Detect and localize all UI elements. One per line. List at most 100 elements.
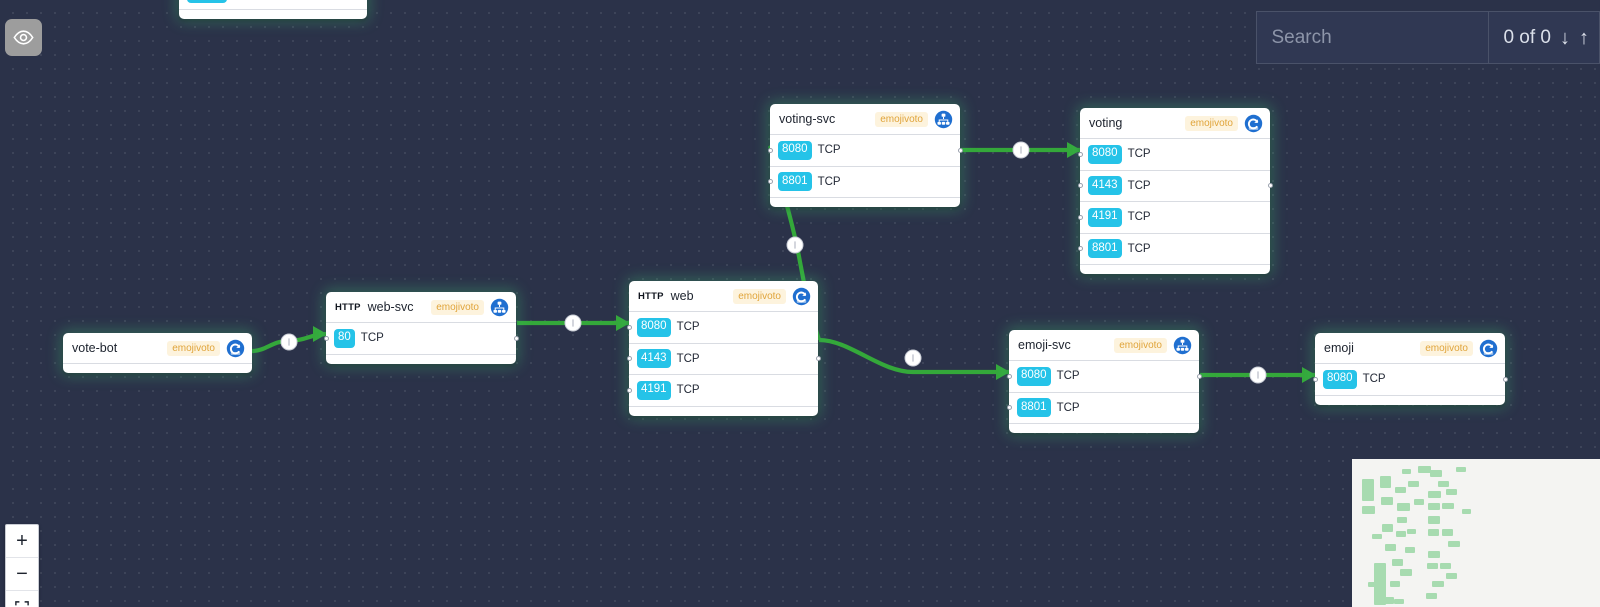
node-port-row[interactable]: 8801 TCP bbox=[1077, 234, 1270, 265]
port-number: 8080 bbox=[637, 317, 671, 337]
visibility-toggle-button[interactable] bbox=[5, 19, 42, 56]
edge-info-badge[interactable] bbox=[904, 349, 922, 367]
graph-node-emoji-svc[interactable]: emoji-svc emojivoto 8080 TCP 8801 TCP bbox=[1006, 330, 1202, 433]
graph-node-vote-bot[interactable]: vote-bot emojivoto bbox=[63, 333, 252, 373]
node-title: emoji bbox=[1324, 341, 1354, 355]
port-protocol: TCP bbox=[1127, 148, 1151, 161]
node-port-row[interactable]: 8080 TCP bbox=[1006, 361, 1202, 393]
node-title: web-svc bbox=[367, 300, 414, 314]
node-port-row[interactable]: 8080 TCP bbox=[1312, 364, 1508, 396]
port-in-handle[interactable] bbox=[626, 387, 632, 393]
edge-info-badge[interactable] bbox=[1249, 366, 1267, 384]
port-in-handle[interactable] bbox=[323, 335, 329, 341]
edge-info-badge[interactable] bbox=[1012, 141, 1030, 159]
graph-node-web-svc[interactable]: HTTP web-svc emojivoto 80 TCP bbox=[323, 292, 519, 364]
port-protocol: TCP bbox=[1056, 401, 1080, 414]
graph-node-emoji[interactable]: emoji emojivoto 8080 TCP bbox=[1312, 333, 1508, 405]
node-port-row[interactable]: 61678TCP bbox=[179, 0, 367, 10]
node-port-row[interactable]: 80 TCP bbox=[323, 323, 519, 355]
minimap-node bbox=[1381, 497, 1393, 505]
port-protocol: TCP bbox=[1362, 373, 1386, 386]
node-namespace: emojivoto bbox=[875, 111, 928, 127]
port-out-handle[interactable] bbox=[1502, 376, 1508, 382]
port-in-handle[interactable] bbox=[1077, 214, 1083, 220]
node-port-row[interactable]: 8080 TCP bbox=[767, 135, 963, 167]
graph-node-partial-top[interactable]: 61678TCP bbox=[179, 0, 367, 19]
minimap-node bbox=[1390, 581, 1400, 587]
port-in-handle[interactable] bbox=[1077, 246, 1083, 252]
service-icon bbox=[1173, 336, 1192, 354]
port-number: 4191 bbox=[637, 380, 671, 400]
port-number: 80 bbox=[334, 328, 355, 348]
port-out-handle[interactable] bbox=[815, 356, 821, 362]
port-number: 8801 bbox=[1088, 239, 1122, 259]
port-in-handle[interactable] bbox=[1006, 405, 1012, 411]
port-in-handle[interactable] bbox=[626, 356, 632, 362]
node-footer bbox=[63, 364, 252, 373]
node-port-row[interactable]: 4143 TCP bbox=[1077, 171, 1273, 202]
node-port-row[interactable]: 4191 TCP bbox=[626, 375, 818, 407]
minimap-node bbox=[1380, 476, 1391, 488]
port-in-handle[interactable] bbox=[1077, 151, 1083, 157]
minimap-node bbox=[1394, 599, 1404, 604]
node-namespace: emojivoto bbox=[1185, 115, 1238, 131]
port-in-handle[interactable] bbox=[1077, 183, 1083, 189]
port-in-handle[interactable] bbox=[767, 147, 773, 153]
port-number: 8080 bbox=[1323, 369, 1357, 389]
search-input[interactable] bbox=[1257, 12, 1490, 63]
node-port-row[interactable]: 8801 TCP bbox=[1006, 393, 1199, 424]
port-in-handle[interactable] bbox=[626, 324, 632, 330]
graph-node-voting[interactable]: voting emojivoto 8080 TCP 4143 TCP 4191 TCP 8801… bbox=[1077, 108, 1273, 274]
search-prev-button[interactable]: ↑ bbox=[1579, 28, 1589, 48]
minimap-node bbox=[1448, 541, 1460, 547]
node-port-row[interactable]: 8801 TCP bbox=[767, 167, 960, 198]
graph-node-web[interactable]: HTTP web emojivoto 8080 TCP 4143 TCP 4191 TCP bbox=[626, 281, 821, 416]
port-out-handle[interactable] bbox=[1196, 373, 1202, 379]
zoom-out-button[interactable]: − bbox=[6, 558, 38, 591]
minimap-node bbox=[1442, 529, 1453, 536]
node-port-row[interactable]: 8080 TCP bbox=[626, 312, 818, 344]
port-in-handle[interactable] bbox=[1006, 373, 1012, 379]
port-protocol: TCP bbox=[676, 352, 700, 365]
port-out-handle[interactable] bbox=[957, 147, 963, 153]
node-title: emoji-svc bbox=[1018, 338, 1071, 352]
minimap-node bbox=[1397, 517, 1407, 523]
edge-info-badge[interactable] bbox=[786, 236, 804, 254]
graph-node-voting-svc[interactable]: voting-svc emojivoto 8080 TCP 8801 TCP bbox=[767, 104, 963, 207]
minimap-node bbox=[1446, 489, 1457, 495]
search-next-button[interactable]: ↓ bbox=[1560, 28, 1570, 48]
minimap-node bbox=[1432, 581, 1444, 587]
port-number: 8080 bbox=[1088, 144, 1122, 164]
node-port-row[interactable]: 4191 TCP bbox=[1077, 202, 1270, 234]
node-title: web bbox=[670, 289, 694, 303]
port-out-handle[interactable] bbox=[1267, 183, 1273, 189]
zoom-in-button[interactable]: + bbox=[6, 525, 38, 558]
port-protocol: TCP bbox=[1056, 370, 1080, 383]
minimap[interactable] bbox=[1352, 459, 1600, 607]
node-header: voting-svc emojivoto bbox=[770, 104, 960, 135]
node-header: voting emojivoto bbox=[1080, 108, 1270, 139]
edge-info-badge[interactable] bbox=[564, 314, 582, 332]
node-port-row[interactable]: 8080 TCP bbox=[1077, 139, 1270, 171]
node-port-row[interactable]: 4143 TCP bbox=[626, 344, 821, 375]
fit-to-screen-button[interactable] bbox=[6, 591, 38, 607]
port-out-handle[interactable] bbox=[513, 335, 519, 341]
port-in-handle[interactable] bbox=[1312, 376, 1318, 382]
minimap-node bbox=[1442, 503, 1454, 509]
graph-canvas[interactable]: 61678TCPvote-botemojivotoHTTPweb-svcemoj… bbox=[0, 0, 1600, 607]
port-in-handle[interactable] bbox=[767, 179, 773, 185]
node-namespace: emojivoto bbox=[431, 299, 484, 315]
minimap-node bbox=[1405, 547, 1415, 553]
port-protocol: TCP bbox=[676, 384, 700, 397]
node-namespace: emojivoto bbox=[1114, 337, 1167, 353]
minimap-node bbox=[1428, 551, 1440, 558]
node-title: vote-bot bbox=[72, 341, 118, 355]
minimap-node bbox=[1428, 529, 1439, 536]
search-result-count: 0 of 0 bbox=[1503, 26, 1551, 48]
edge-info-badge[interactable] bbox=[280, 333, 298, 351]
node-footer bbox=[179, 10, 367, 19]
port-number: 4143 bbox=[637, 349, 671, 369]
deployment-icon bbox=[792, 287, 811, 305]
node-footer bbox=[1009, 424, 1199, 433]
deployment-icon bbox=[1479, 339, 1498, 357]
